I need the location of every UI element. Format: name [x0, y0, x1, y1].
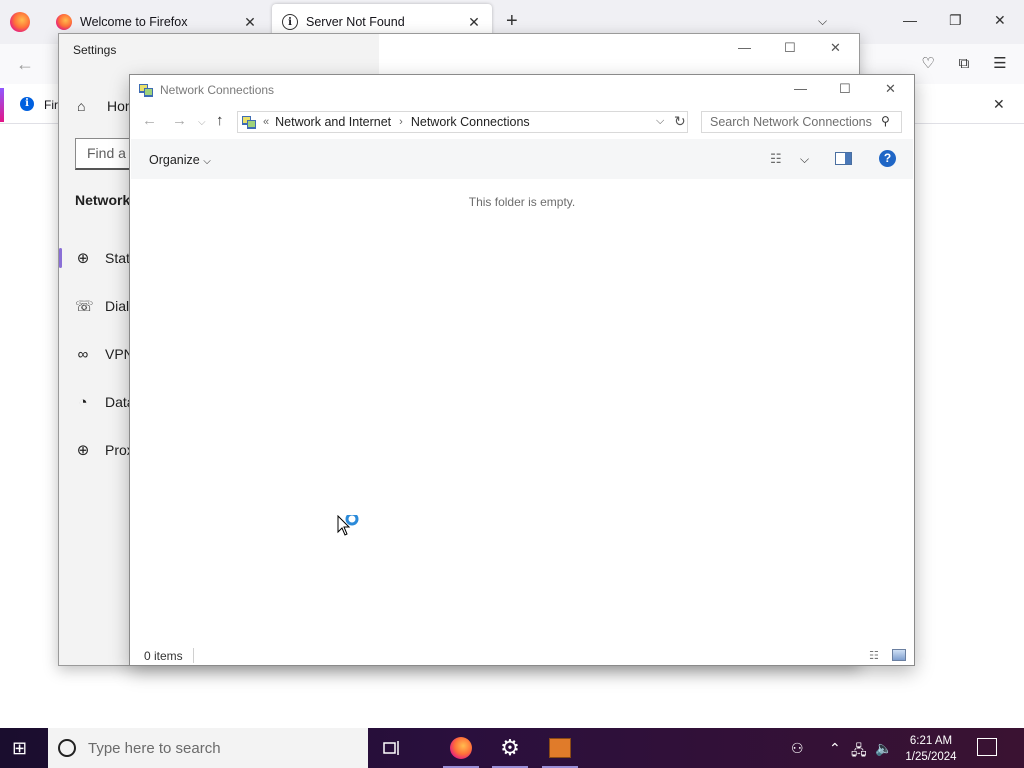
minimize-icon[interactable]: — [738, 40, 751, 55]
firefox-favicon-icon [56, 14, 72, 30]
notification-text: Fir [44, 98, 58, 112]
data-usage-icon: ◔ [78, 393, 88, 411]
close-icon[interactable]: ✕ [885, 81, 896, 97]
maximize-icon[interactable]: ☐ [839, 81, 851, 97]
network-connections-icon [139, 84, 153, 97]
status-divider [193, 648, 194, 663]
taskbar-search-box[interactable]: Type here to search [48, 728, 368, 768]
restore-icon[interactable]: ❐ [949, 12, 962, 29]
back-arrow-icon[interactable]: ← [16, 54, 34, 75]
notification-close-icon[interactable]: ✕ [993, 96, 1005, 113]
minimize-icon[interactable]: — [794, 81, 807, 96]
empty-folder-message: This folder is empty. [468, 195, 576, 209]
large-icons-view-icon[interactable] [892, 649, 906, 661]
start-windows-icon[interactable]: ⊞ [12, 738, 27, 759]
help-icon[interactable]: ? [879, 150, 896, 167]
command-bar [131, 139, 913, 179]
tab-label: Welcome to Firefox [80, 15, 188, 29]
address-bar[interactable]: « Network and Internet › Network Connect… [237, 111, 688, 133]
chevron-right-icon[interactable]: › [399, 116, 403, 128]
settings-title: Settings [73, 43, 117, 57]
recent-locations-icon[interactable]: ⌵ [198, 117, 206, 128]
proxy-globe-icon: ⊕ [76, 442, 90, 459]
nav-item-status[interactable]: ⊕ Stat [59, 238, 139, 278]
vpn-icon: ∞ [77, 345, 89, 363]
home-icon: ⌂ [77, 98, 86, 114]
refresh-icon[interactable]: ↻ [674, 113, 686, 130]
nc-titlebar[interactable]: Network Connections — ☐ ✕ [130, 75, 914, 105]
search-icon[interactable]: ⚲ [881, 114, 890, 128]
breadcrumb-network-connections[interactable]: Network Connections [411, 115, 530, 129]
clock-date: 1/25/2024 [905, 751, 957, 763]
nav-item-vpn[interactable]: ∞ VPN [59, 334, 139, 374]
extensions-icon[interactable]: ⧉ [956, 56, 972, 72]
settings-taskbar-icon[interactable]: ⚙ [490, 728, 530, 768]
breadcrumb-overflow-icon[interactable]: « [263, 116, 269, 128]
gear-icon: ⚙ [500, 735, 520, 760]
nav-item-data-usage[interactable]: ◔ Data [59, 382, 139, 422]
clock-time: 6:21 AM [909, 735, 953, 747]
item-count: 0 items [144, 649, 183, 663]
minimize-icon[interactable]: — [903, 12, 917, 28]
new-tab-icon[interactable]: + [506, 11, 518, 31]
maximize-icon[interactable]: ☐ [784, 40, 796, 56]
change-view-icon[interactable]: ☷ [770, 151, 786, 166]
taskbar-search-placeholder: Type here to search [88, 739, 221, 757]
nav-item-proxy[interactable]: ⊕ Prox [59, 430, 139, 470]
info-icon: i [282, 14, 298, 30]
tab-label: Server Not Found [306, 15, 405, 29]
cortana-icon [58, 739, 76, 757]
taskbar-clock[interactable]: 6:21 AM 1/25/2024 [900, 733, 962, 765]
tab-close-icon[interactable]: ✕ [466, 14, 482, 31]
settings-home-link[interactable]: ⌂ Hom [77, 98, 137, 114]
dialup-icon: ☏ [75, 298, 94, 315]
chevron-down-icon: ⌵ [203, 156, 211, 167]
forward-arrow-icon[interactable]: → [172, 112, 187, 129]
action-center-icon[interactable] [977, 738, 997, 756]
control-panel-icon [549, 738, 571, 758]
view-options-dropdown-icon[interactable]: ⌵ [800, 152, 809, 167]
firefox-menu-icon[interactable] [10, 12, 30, 32]
nav-item-label: Stat [105, 250, 130, 266]
firefox-logo-icon [450, 737, 472, 759]
control-panel-taskbar-icon[interactable] [540, 728, 580, 768]
list-all-tabs-icon[interactable]: ⌵ [818, 14, 827, 29]
back-arrow-icon[interactable]: ← [142, 112, 157, 129]
status-bar [130, 645, 914, 665]
people-icon[interactable]: ⚇ [791, 740, 804, 757]
volume-muted-icon[interactable]: 🔈 [875, 740, 892, 757]
details-view-icon[interactable]: ☷ [869, 649, 885, 662]
task-view-icon[interactable] [372, 728, 412, 768]
network-connections-icon [242, 116, 256, 129]
organize-button[interactable]: Organize ⌵ [149, 153, 211, 167]
pocket-icon[interactable]: ♡ [920, 56, 936, 72]
firefox-taskbar-icon[interactable] [441, 728, 481, 768]
tab-close-icon[interactable]: ✕ [242, 14, 258, 31]
close-icon[interactable]: ✕ [994, 12, 1006, 29]
close-icon[interactable]: ✕ [830, 40, 841, 56]
nav-item-dialup[interactable]: ☏ Dial [59, 286, 139, 326]
notification-info-icon: i [20, 97, 34, 111]
breadcrumb-network-and-internet[interactable]: Network and Internet [275, 115, 391, 129]
task-view-glyph [383, 741, 399, 755]
search-input[interactable]: Search Network Connections [701, 111, 902, 133]
settings-titlebar[interactable]: Settings — ☐ ✕ [59, 34, 859, 74]
section-title: Network [75, 192, 131, 208]
hamburger-menu-icon[interactable]: ☰ [992, 56, 1008, 72]
notification-accent [0, 88, 4, 122]
busy-cursor-icon [337, 515, 359, 536]
organize-label: Organize [149, 153, 200, 167]
nc-title: Network Connections [160, 83, 275, 97]
nav-item-label: Dial [105, 298, 130, 314]
network-disconnected-icon[interactable]: 🖧 [851, 740, 867, 764]
globe-status-icon: ⊕ [76, 250, 90, 267]
network-connections-window: Network Connections — ☐ ✕ ← → ⌵ ↑ « Netw… [129, 74, 915, 666]
preview-pane-icon[interactable] [835, 152, 852, 165]
show-hidden-icons-chevron-up-icon[interactable]: ⌃ [829, 740, 841, 757]
up-arrow-icon[interactable]: ↑ [216, 112, 224, 129]
address-dropdown-icon[interactable]: ⌵ [656, 115, 664, 128]
